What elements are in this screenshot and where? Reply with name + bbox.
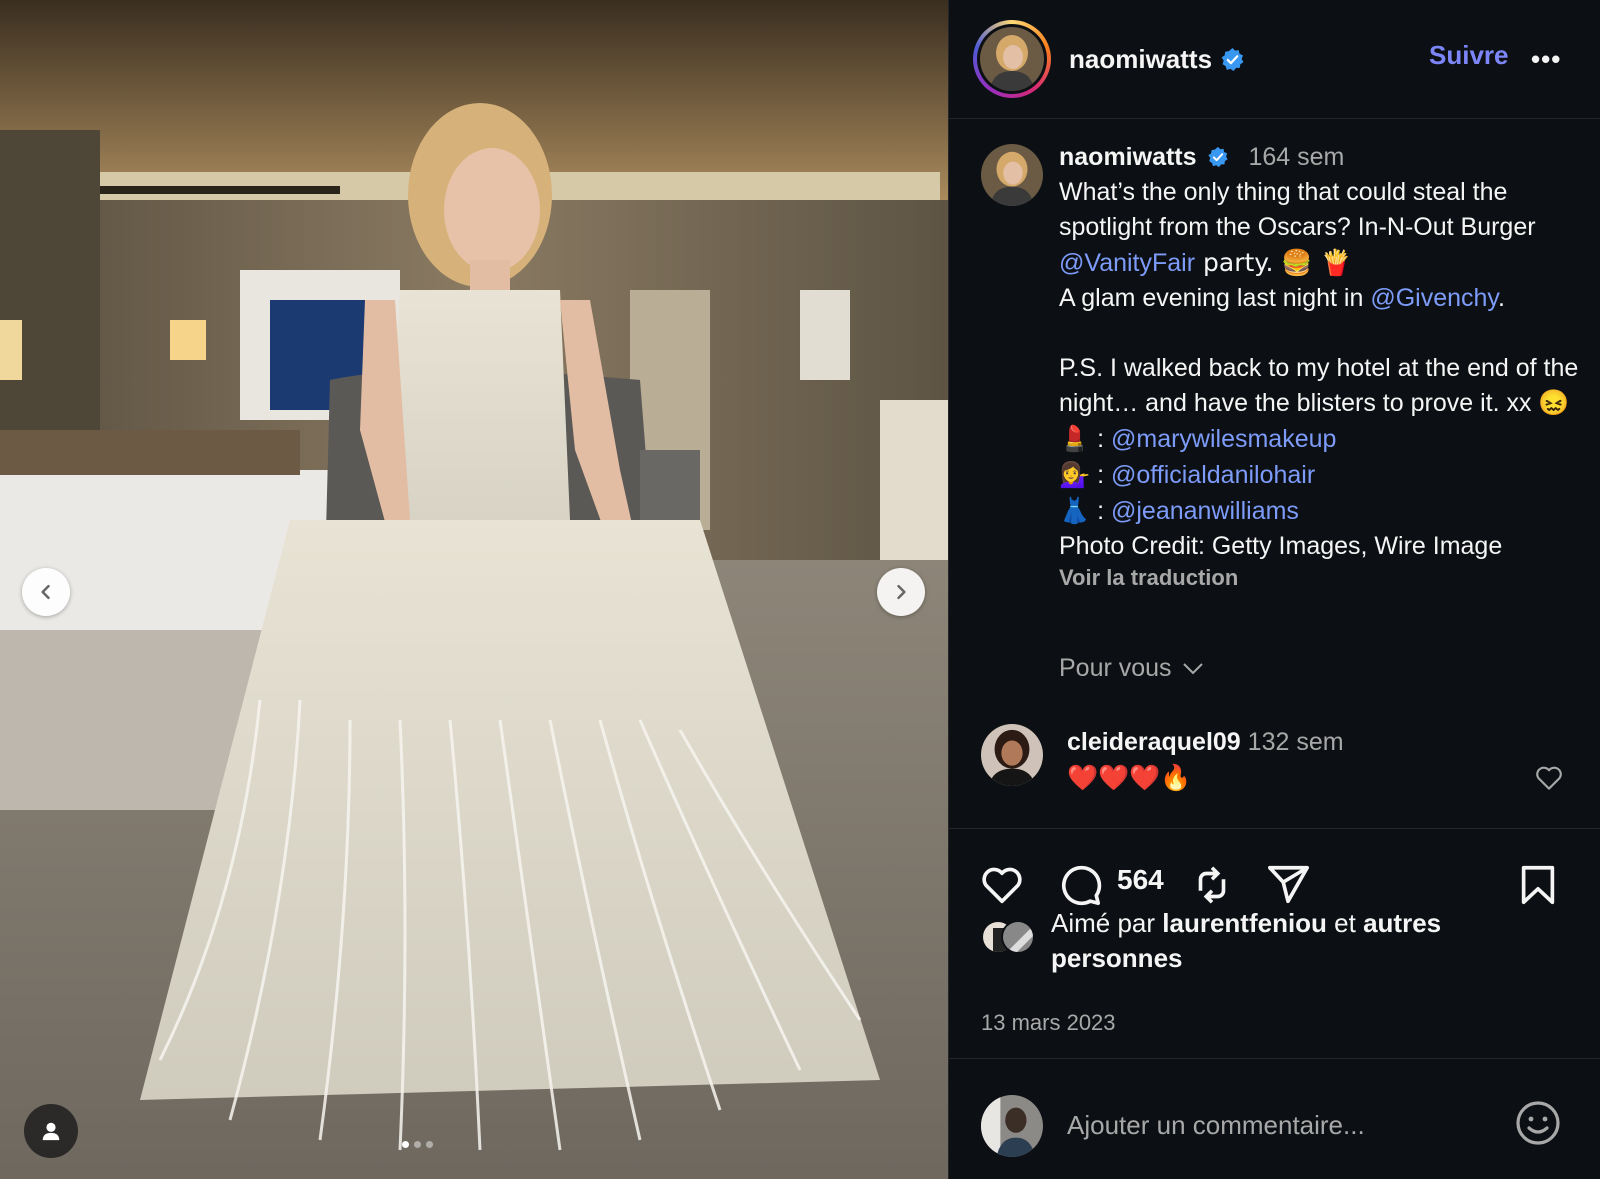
caption-text: party. 🍔 🍟 (1195, 248, 1352, 277)
user-icon (42, 1122, 60, 1141)
caption-text: P.S. I walked back to my hotel at the en… (1059, 354, 1579, 417)
post-viewer: naomiwatts Suivre ••• naomiwatts 164 sem… (0, 0, 1600, 1179)
heart-icon (982, 867, 1022, 904)
post-side-panel: naomiwatts Suivre ••• naomiwatts 164 sem… (948, 0, 1600, 1179)
comment-body: cleideraquel09 132 sem ❤️❤️❤️🔥 (1067, 724, 1344, 796)
comment-text: ❤️❤️❤️🔥 (1067, 763, 1192, 792)
avatar (1001, 920, 1035, 954)
likes-prefix: Aimé par (1051, 908, 1163, 938)
more-options-button[interactable]: ••• (1531, 44, 1561, 75)
heart-icon[interactable] (1533, 762, 1565, 794)
see-translation-link[interactable]: Voir la traduction (1059, 560, 1589, 595)
post-photo[interactable] (0, 0, 948, 1179)
carousel-dot (414, 1141, 421, 1148)
caption-text: . (1498, 284, 1505, 312)
send-icon (1267, 865, 1309, 904)
comment-username[interactable]: cleideraquel09 (1067, 728, 1241, 756)
verified-badge-icon (1221, 47, 1244, 71)
caption-body: naomiwatts 164 sem What’s the only thing… (1059, 140, 1589, 595)
mention-link[interactable]: @jeananwilliams (1111, 497, 1299, 525)
likes-text: Aimé par laurentfeniou et autres personn… (1051, 906, 1531, 976)
photo-scene (0, 0, 948, 1179)
likes-mid: et (1326, 908, 1364, 938)
follow-button[interactable]: Suivre (1429, 40, 1509, 71)
avatar[interactable] (981, 724, 1043, 786)
header-username[interactable]: naomiwatts (1069, 44, 1245, 75)
mention-link[interactable]: @officialdanilohair (1111, 461, 1315, 489)
comment-filter-dropdown[interactable]: Pour vous (1059, 654, 1204, 683)
tagged-users-button[interactable] (24, 1104, 78, 1158)
comment-item: cleideraquel09 132 sem ❤️❤️❤️🔥 (981, 724, 1581, 792)
emoji-picker-icon[interactable] (1514, 1099, 1562, 1147)
caption-text: What’s the only thing that could steal t… (1059, 178, 1536, 241)
mention-link[interactable]: @Givenchy (1370, 284, 1498, 312)
comment-time[interactable]: 132 sem (1248, 728, 1344, 756)
verified-badge-icon (1208, 146, 1229, 168)
hair-emoji: 💁‍♀️ (1059, 460, 1091, 489)
post-header: naomiwatts Suivre ••• (949, 0, 1600, 119)
lipstick-emoji: 💄 (1059, 424, 1091, 453)
previous-photo-button[interactable] (22, 568, 70, 616)
dress-emoji: 👗 (1059, 496, 1091, 525)
post-date[interactable]: 13 mars 2023 (981, 1010, 1116, 1036)
caption-time[interactable]: 164 sem (1248, 143, 1344, 171)
avatar[interactable] (981, 144, 1043, 206)
story-ring[interactable] (973, 20, 1051, 98)
username-label: naomiwatts (1069, 43, 1213, 74)
liked-by-avatars (981, 920, 1047, 960)
mention-link[interactable]: @marywilesmakeup (1111, 425, 1336, 453)
avatar (981, 1095, 1043, 1157)
chevron-right-icon (897, 584, 906, 600)
liker-username[interactable]: laurentfeniou (1162, 908, 1327, 938)
chevron-left-icon (41, 584, 50, 600)
comment-input[interactable] (1067, 1103, 1497, 1147)
filter-label: Pour vous (1059, 654, 1172, 682)
chevron-down-icon (1182, 662, 1203, 674)
mention-link[interactable]: @VanityFair (1059, 249, 1195, 277)
comment-count: 564 (1117, 864, 1164, 895)
comment-icon (1061, 865, 1102, 906)
add-comment-bar (949, 1058, 1600, 1179)
photo-credit: Photo Credit: Getty Images, Wire Image (1059, 532, 1503, 560)
avatar (980, 27, 1044, 91)
caption-text: A glam evening last night in (1059, 284, 1371, 312)
carousel-dot (426, 1141, 433, 1148)
caption-username[interactable]: naomiwatts (1059, 143, 1197, 171)
likes-summary: Aimé par laurentfeniou et autres personn… (981, 906, 1581, 976)
carousel-dot (402, 1141, 409, 1148)
repost-icon (1198, 866, 1226, 904)
carousel-indicator (402, 1141, 433, 1148)
actions-divider (949, 828, 1600, 829)
next-photo-button[interactable] (877, 568, 925, 616)
bookmark-icon (1521, 865, 1555, 905)
